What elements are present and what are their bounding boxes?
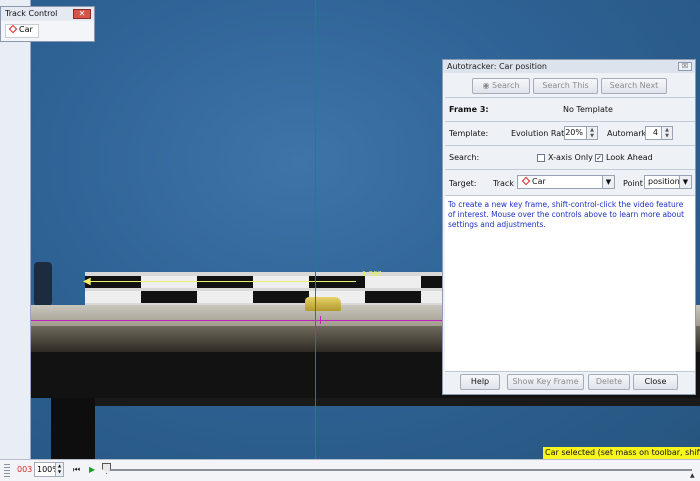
xaxis-only-label: X-axis Only bbox=[548, 153, 593, 162]
template-label: Template: bbox=[449, 129, 489, 138]
velocity-label: 1.909 bbox=[362, 270, 383, 278]
point-dropdown-value: position bbox=[648, 177, 680, 186]
point-label: Point bbox=[623, 179, 643, 188]
diamond-icon bbox=[8, 24, 18, 34]
player-toolbar: 003 100% ▲ ▼ ⏮ ▶ ▲ bbox=[0, 459, 700, 481]
evolution-rate-value: 20% bbox=[565, 128, 583, 137]
look-ahead-label: Look Ahead bbox=[606, 153, 653, 162]
status-message: Car selected (set mass on toolbar, shift bbox=[543, 447, 700, 459]
grip-icon[interactable] bbox=[4, 464, 10, 477]
search-button[interactable]: ◉ Search bbox=[472, 78, 530, 94]
left-panel-strip bbox=[0, 0, 31, 459]
support-leg bbox=[51, 398, 95, 459]
zoom-spinner[interactable]: 100% ▲ ▼ bbox=[34, 462, 64, 477]
look-ahead-checkbox[interactable]: ✓ bbox=[595, 154, 603, 162]
chevron-down-icon[interactable]: ▼ bbox=[602, 176, 614, 188]
point-dropdown[interactable]: position ▼ bbox=[644, 175, 692, 189]
track-dropdown-value: Car bbox=[532, 177, 546, 186]
delete-button[interactable]: Delete bbox=[588, 374, 630, 390]
frame-label: Frame 3: bbox=[449, 105, 489, 114]
evolution-rate-label: Evolution Rate bbox=[511, 129, 570, 138]
automark-value: 4 bbox=[652, 128, 658, 137]
close-icon[interactable]: ✕ bbox=[73, 9, 91, 19]
autotracker-dialog: Autotracker: Car position ☒ ◉ Search Sea… bbox=[442, 59, 696, 395]
search-row: Search: X-axis Only ✓ Look Ahead bbox=[445, 145, 695, 169]
search-next-button[interactable]: Search Next bbox=[601, 78, 667, 94]
frame-slider[interactable] bbox=[106, 469, 692, 471]
rewind-icon[interactable]: ⏮ bbox=[73, 465, 80, 475]
diamond-icon bbox=[521, 176, 531, 186]
show-key-frame-button[interactable]: Show Key Frame bbox=[507, 374, 584, 390]
track-button-car[interactable]: Car bbox=[5, 24, 39, 38]
crosshair-vertical bbox=[315, 0, 316, 459]
autotracker-title: Autotracker: Car position bbox=[443, 60, 695, 73]
crosshair-horizontal bbox=[31, 320, 480, 321]
target-label: Target: bbox=[449, 179, 477, 188]
velocity-arrow-head-icon: ◀ bbox=[83, 276, 91, 287]
search-this-button[interactable]: Search This bbox=[533, 78, 598, 94]
target-row: Target: Track Car ▼ Point position ▼ bbox=[445, 169, 695, 195]
crosshair-tick bbox=[320, 316, 321, 324]
play-icon[interactable]: ▶ bbox=[89, 465, 95, 474]
instructions-text: To create a new key frame, shift-control… bbox=[445, 195, 695, 372]
track-control-window: Track Control ✕ Car bbox=[0, 6, 95, 42]
automark-label: Automark bbox=[607, 129, 647, 138]
evolution-rate-spinner[interactable]: 20% ▲ ▼ bbox=[564, 126, 598, 140]
slider-thumb[interactable] bbox=[102, 463, 111, 474]
search-button-label: Search bbox=[492, 81, 520, 90]
end-marker-icon[interactable]: ▲ bbox=[690, 472, 695, 479]
car-object[interactable] bbox=[305, 297, 341, 311]
track-button-label: Car bbox=[19, 25, 33, 34]
chevron-down-icon[interactable]: ▼ bbox=[679, 176, 691, 188]
search-options-label: Search: bbox=[449, 153, 480, 162]
spinner-arrows-icon[interactable]: ▲ ▼ bbox=[661, 127, 672, 139]
spinner-arrows-icon[interactable]: ▲ ▼ bbox=[55, 463, 63, 476]
frame-row: Frame 3: No Template bbox=[445, 97, 695, 121]
frame-number[interactable]: 003 bbox=[17, 465, 32, 474]
automark-spinner[interactable]: 4 ▲ ▼ bbox=[645, 126, 673, 140]
track-dropdown[interactable]: Car ▼ bbox=[517, 175, 615, 189]
spinner-arrows-icon[interactable]: ▲ ▼ bbox=[586, 127, 597, 139]
xaxis-only-checkbox[interactable] bbox=[537, 154, 545, 162]
template-status: No Template bbox=[563, 105, 613, 114]
video-post bbox=[34, 262, 52, 306]
close-button[interactable]: Close bbox=[633, 374, 678, 390]
track-label: Track bbox=[493, 179, 514, 188]
support-beam bbox=[95, 398, 700, 406]
close-icon[interactable]: ☒ bbox=[678, 62, 692, 71]
template-row: Template: Evolution Rate 20% ▲ ▼ Automark… bbox=[445, 121, 695, 145]
help-button[interactable]: Help bbox=[460, 374, 500, 390]
search-icon: ◉ bbox=[482, 81, 490, 90]
